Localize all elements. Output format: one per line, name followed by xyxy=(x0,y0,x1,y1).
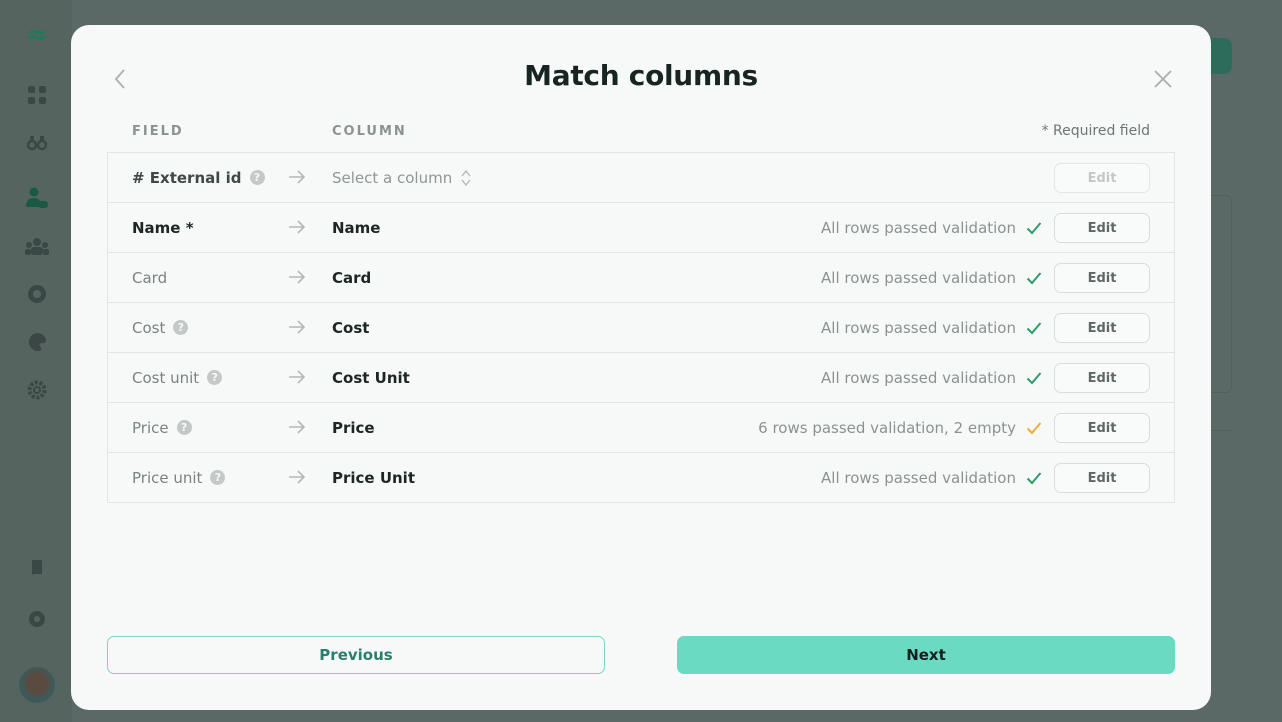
field-label: # External id xyxy=(132,168,242,187)
validation-status: All rows passed validation xyxy=(821,469,1042,487)
mapped-column[interactable]: Price Unit xyxy=(332,469,415,487)
check-success-icon xyxy=(1026,471,1042,484)
arrow-right-icon xyxy=(289,470,306,484)
mapped-column[interactable]: Name xyxy=(332,219,380,237)
logo-waves-icon[interactable]: ≈ xyxy=(24,20,50,50)
mapping-row: Price unit ? Price Unit All rows passed … xyxy=(108,453,1174,503)
check-warning-icon xyxy=(1026,421,1042,434)
field-name: # External id ? xyxy=(132,169,265,187)
modal-title: Match columns xyxy=(524,59,758,92)
validation-status-text: All rows passed validation xyxy=(821,318,1016,337)
arrow-right-icon xyxy=(289,170,306,184)
validation-status: All rows passed validation xyxy=(821,219,1042,237)
arrow-right-icon xyxy=(289,270,306,284)
edit-button[interactable]: Edit xyxy=(1054,313,1150,343)
mapping-row: Price ? Price 6 rows passed validation, … xyxy=(108,403,1174,453)
arrow-right-icon xyxy=(289,420,306,434)
column-mapping-table: # External id ? Select a column Edit Nam… xyxy=(107,152,1175,503)
arrow-right-icon xyxy=(289,370,306,384)
field-label: Price unit xyxy=(132,468,203,487)
field-name: Price unit ? xyxy=(132,468,226,487)
help-icon[interactable]: ? xyxy=(210,470,226,485)
help-icon[interactable]: ? xyxy=(207,370,223,385)
edit-button[interactable]: Edit xyxy=(1054,463,1150,493)
binoculars-icon[interactable] xyxy=(24,130,50,156)
edit-button: Edit xyxy=(1054,163,1150,193)
mapped-column[interactable]: Price xyxy=(332,419,375,437)
app-sidebar: ≈ xyxy=(0,0,72,722)
mapped-column[interactable]: Cost Unit xyxy=(332,369,410,387)
validation-status: All rows passed validation xyxy=(821,369,1042,387)
mapping-row: # External id ? Select a column Edit xyxy=(108,153,1174,203)
mapped-column[interactable]: Cost xyxy=(332,319,369,337)
validation-status-text: All rows passed validation xyxy=(821,218,1016,237)
arrow-right-icon xyxy=(289,220,306,234)
help-icon[interactable]: ? xyxy=(249,170,265,185)
field-label: Name * xyxy=(132,218,194,237)
mapping-row: Cost ? Cost All rows passed validation E… xyxy=(108,303,1174,353)
mapping-row: Cost unit ? Cost Unit All rows passed va… xyxy=(108,353,1174,403)
validation-status-text: All rows passed validation xyxy=(821,368,1016,387)
palette-icon[interactable] xyxy=(24,329,50,355)
validation-status: 6 rows passed validation, 2 empty xyxy=(758,419,1042,437)
mapped-column[interactable]: Card xyxy=(332,269,371,287)
globe-icon[interactable] xyxy=(24,281,50,307)
validation-status: All rows passed validation xyxy=(821,269,1042,287)
edit-button[interactable]: Edit xyxy=(1054,263,1150,293)
help-icon[interactable]: ? xyxy=(173,320,189,335)
check-success-icon xyxy=(1026,321,1042,334)
arrow-right-icon xyxy=(289,320,306,334)
team-icon[interactable] xyxy=(24,233,50,259)
required-field-note: * Required field xyxy=(1041,123,1150,139)
previous-button[interactable]: Previous xyxy=(107,636,605,674)
user-card-icon[interactable] xyxy=(24,185,50,211)
field-name: Name * xyxy=(132,219,194,237)
next-button[interactable]: Next xyxy=(677,636,1175,674)
field-name: Cost ? xyxy=(132,318,189,337)
field-name: Card xyxy=(132,269,167,287)
check-success-icon xyxy=(1026,371,1042,384)
validation-status: All rows passed validation xyxy=(821,319,1042,337)
mapping-row: Card Card All rows passed validation Edi… xyxy=(108,253,1174,303)
select-updown-icon xyxy=(461,169,471,186)
column-column-header: COLUMN xyxy=(332,124,407,139)
edit-button[interactable]: Edit xyxy=(1054,413,1150,443)
match-columns-modal: Match columns FIELD COLUMN * Required fi… xyxy=(71,25,1211,710)
user-avatar[interactable] xyxy=(19,667,55,703)
column-select[interactable]: Select a column xyxy=(332,169,472,187)
field-name: Cost unit ? xyxy=(132,368,223,387)
field-label: Cost xyxy=(132,318,166,337)
check-success-icon xyxy=(1026,271,1042,284)
close-icon xyxy=(1154,70,1172,88)
validation-status-text: All rows passed validation xyxy=(821,468,1016,487)
field-label: Price xyxy=(132,418,169,437)
validation-status-text: 6 rows passed validation, 2 empty xyxy=(758,418,1016,437)
edit-button[interactable]: Edit xyxy=(1054,213,1150,243)
field-name: Price ? xyxy=(132,419,192,437)
dashboard-grid-icon[interactable] xyxy=(24,82,50,108)
field-label: Card xyxy=(132,268,168,287)
settings-gear-icon[interactable] xyxy=(24,377,50,403)
field-label: Cost unit xyxy=(132,368,200,387)
close-button[interactable] xyxy=(1151,65,1175,93)
field-column-header: FIELD xyxy=(132,124,184,139)
book-icon[interactable] xyxy=(24,555,50,581)
check-success-icon xyxy=(1026,221,1042,234)
column-select-placeholder: Select a column xyxy=(332,168,453,187)
validation-status-text: All rows passed validation xyxy=(821,268,1016,287)
help-circle-icon[interactable] xyxy=(24,606,50,632)
edit-button[interactable]: Edit xyxy=(1054,363,1150,393)
mapping-row: Name * Name All rows passed validation E… xyxy=(108,203,1174,253)
help-icon[interactable]: ? xyxy=(176,420,192,435)
